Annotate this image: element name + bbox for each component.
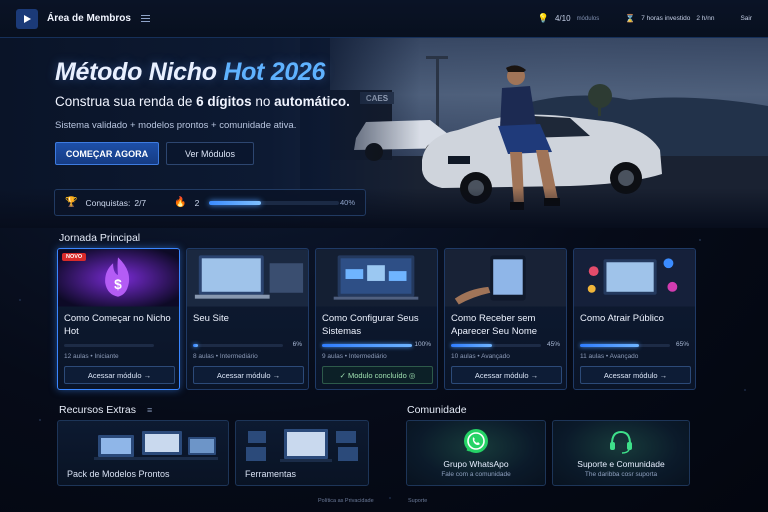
community-section-title: Comunidade	[407, 404, 467, 416]
achievements-percent: 40%	[339, 198, 355, 207]
module-progress-bar	[451, 344, 541, 347]
modules-progress: 4/10	[554, 14, 571, 23]
hero-description: Sistema validado + modelos prontos + com…	[55, 120, 297, 131]
module-title: Seu Site	[193, 313, 229, 324]
community-sub: The daribba cosr suporta	[584, 471, 658, 478]
journey-cards: $ NOVO Como Começar no Nicho Hot 12 aulas •…	[57, 248, 696, 390]
time-extra: 2 h/nn	[696, 15, 715, 22]
modules-label: módulos	[576, 15, 600, 22]
headset-icon	[610, 430, 632, 454]
module-percent: 6%	[292, 341, 302, 348]
community-label: Suporte e Comunidade	[577, 459, 665, 469]
view-modules-button[interactable]: Ver Módulos	[166, 142, 254, 165]
streak-count: 2	[194, 197, 200, 208]
access-module-button[interactable]: Acessar módulo →	[580, 366, 691, 384]
module-title: Como Configurar Seus Sistemas	[322, 313, 419, 337]
module-title: Como Receber sem Aparecer Seu Nome	[451, 313, 538, 337]
time-invested: 7 horas investido	[641, 15, 691, 22]
top-bar: Área de Membros 💡 4/10 módulos ⌛ 7 horas…	[0, 0, 768, 38]
svg-text:$: $	[114, 277, 122, 292]
module-thumbnail	[574, 249, 695, 307]
achievements-value: 2/7	[134, 197, 147, 208]
access-module-button[interactable]: Acessar módulo →	[193, 366, 304, 384]
trophy-icon: 🏆	[65, 197, 78, 208]
module-meta: 10 aulas • Avançado	[451, 353, 510, 360]
module-meta: 11 aulas • Avançado	[580, 353, 639, 360]
module-thumbnail	[316, 249, 437, 307]
module-title: Como Começar no Nicho Hot	[64, 313, 171, 337]
achievements-progress-bar	[209, 200, 340, 205]
support-link[interactable]: Suporte	[408, 498, 427, 504]
module-card[interactable]: Como Atrair Público 65% 11 aulas • Avançad…	[573, 248, 696, 390]
hourglass-icon: ⌛	[625, 14, 636, 23]
resources-section-title: Recursos Extras ≡	[59, 404, 153, 416]
module-completed-button[interactable]: ✓ Modulo concluído ◎	[322, 366, 433, 384]
module-thumbnail	[187, 249, 308, 307]
new-badge: NOVO	[62, 253, 87, 261]
module-percent: 65%	[675, 341, 689, 348]
module-progress-bar	[193, 344, 283, 347]
module-progress-bar	[322, 344, 412, 347]
module-title: Como Atrair Público	[580, 313, 664, 324]
app-title: Área de Membros	[47, 13, 131, 24]
access-module-button[interactable]: Acessar módulo →	[64, 366, 175, 384]
top-status: 💡 4/10 módulos ⌛ 7 horas investido 2 h/n…	[538, 13, 752, 24]
achievements-label: Conquistas:	[85, 197, 131, 208]
hero-title: Método Nicho Hot 2026	[55, 58, 326, 86]
resource-card-templates[interactable]: Pack de Modelos Prontos	[57, 420, 229, 486]
play-logo-icon[interactable]	[16, 8, 38, 29]
resource-card-tools[interactable]: Ferramentas	[235, 420, 369, 486]
menu-icon[interactable]	[140, 15, 150, 22]
list-icon[interactable]: ≡	[147, 405, 152, 415]
module-meta: 9 aulas • Intermediário	[322, 353, 387, 360]
whatsapp-icon	[464, 429, 488, 453]
module-percent: 45%	[546, 341, 560, 348]
community-card-whatsapp[interactable]: Grupo WhatsApo Fale com a comunidade	[406, 420, 546, 486]
module-thumbnail	[445, 249, 566, 307]
module-progress-bar	[64, 344, 154, 347]
community-label: Grupo WhatsApo	[443, 459, 509, 469]
achievements-panel: 🏆 Conquistas: 2/7 🔥 2 40%	[54, 189, 366, 216]
hero-subtitle: Construa sua renda de 6 dígitos no autom…	[55, 94, 350, 109]
privacy-link[interactable]: Política as Privacidade	[318, 498, 374, 504]
access-module-button[interactable]: Acessar módulo →	[451, 366, 562, 384]
logout-link[interactable]: Sair	[740, 15, 752, 22]
module-meta: 8 aulas • Intermediário	[193, 353, 258, 360]
module-percent: 100%	[414, 341, 431, 348]
module-meta: 12 aulas • Iniciante	[64, 353, 119, 360]
resource-label: Ferramentas	[245, 469, 297, 479]
lightbulb-icon: 💡	[537, 13, 549, 23]
module-progress-bar	[580, 344, 670, 347]
start-now-button[interactable]: COMEÇAR AGORA	[55, 142, 159, 165]
community-card-support[interactable]: Suporte e Comunidade The daribba cosr su…	[552, 420, 690, 486]
module-card[interactable]: Como Configurar Seus Sistemas 100% 9 aulas…	[315, 248, 438, 390]
module-card[interactable]: $ NOVO Como Começar no Nicho Hot 12 aulas •…	[57, 248, 180, 390]
hero-banner: CAES Método Nicho Hot 2026 Construa sua …	[0, 38, 768, 228]
resource-label: Pack de Modelos Prontos	[67, 469, 170, 479]
community-sub: Fale com a comunidade	[441, 471, 511, 478]
journey-section-title: Jornada Principal	[59, 232, 141, 244]
module-card[interactable]: Como Receber sem Aparecer Seu Nome 45% 10 …	[444, 248, 567, 390]
flame-icon: 🔥	[174, 197, 187, 208]
module-card[interactable]: Seu Site 6% 8 aulas • Intermediário Acessar…	[186, 248, 309, 390]
